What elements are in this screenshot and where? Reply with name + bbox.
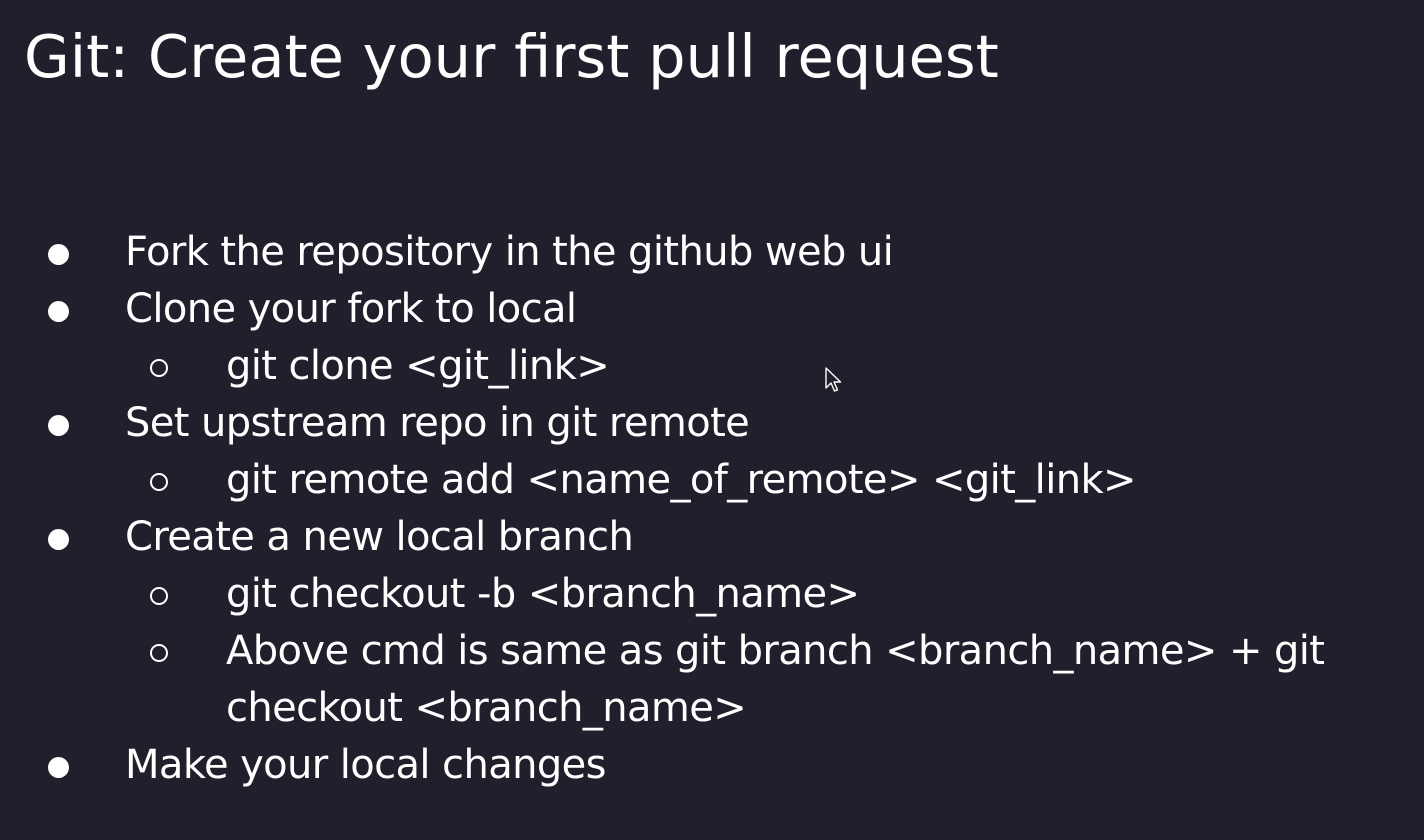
bullet-icon [44,737,74,778]
bullet-icon [44,224,74,265]
sub-bullet-icon [145,452,175,491]
sub-list-item-text: git checkout -b <branch_name> [226,571,860,617]
list-item: Create a new local branch [0,509,1424,566]
mouse-pointer-icon [825,367,842,392]
list-item: Fork the repository in the github web ui [0,224,1424,281]
list-item-text: Clone your fork to local [125,286,577,332]
sub-list-item: Above cmd is same as git branch <branch_… [0,623,1424,680]
sub-list-item: git checkout -b <branch_name> [0,566,1424,623]
sub-list-item-continuation: checkout <branch_name> [0,680,1424,737]
sub-list-item-text: git clone <git_link> [226,343,610,389]
slide-title: Git: Create your first pull request [24,22,999,91]
sub-list-item-text: checkout <branch_name> [226,685,747,731]
list-item-text: Fork the repository in the github web ui [125,229,894,275]
sub-bullet-icon [145,566,175,605]
slide: Git: Create your first pull request Fork… [0,0,1424,840]
sub-list-item-text: git remote add <name_of_remote> <git_lin… [226,457,1137,503]
bullet-icon [44,281,74,322]
list-item-text: Create a new local branch [125,514,634,560]
sub-list-item: git remote add <name_of_remote> <git_lin… [0,452,1424,509]
list-item-text: Set upstream repo in git remote [125,400,750,446]
list-item: Set upstream repo in git remote [0,395,1424,452]
sub-bullet-icon [145,338,175,377]
bullet-icon [44,509,74,550]
sub-list-item: git clone <git_link> [0,338,1424,395]
list-item-text: Make your local changes [125,742,607,788]
sub-list-item-text: Above cmd is same as git branch <branch_… [226,628,1325,674]
list-item: Make your local changes [0,737,1424,794]
bullet-list: Fork the repository in the github web ui… [0,224,1424,794]
list-item: Clone your fork to local [0,281,1424,338]
sub-bullet-icon [145,623,175,662]
bullet-icon [44,395,74,436]
